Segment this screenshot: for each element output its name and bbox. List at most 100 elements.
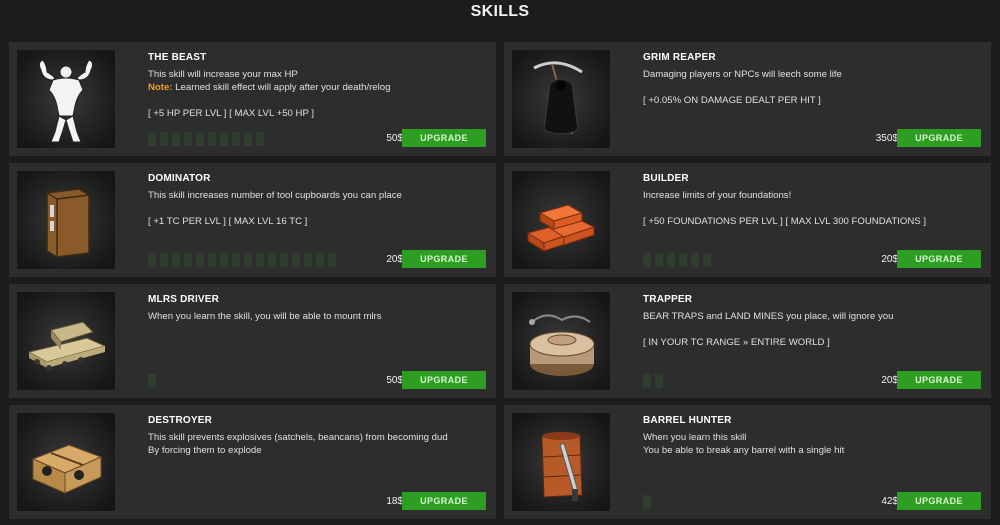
level-progress — [148, 132, 264, 146]
level-segment — [172, 132, 180, 146]
skill-card-builder: BUILDER Increase limits of your foundati… — [504, 163, 991, 277]
skill-card-destroyer: DESTROYER This skill prevents explosives… — [9, 405, 496, 519]
mlrs-icon — [17, 292, 115, 390]
description-line: BEAR TRAPS and LAND MINES you place, wil… — [643, 311, 894, 322]
level-segment — [304, 253, 312, 267]
level-segment — [655, 253, 663, 267]
tool-cupboard-icon — [17, 171, 115, 269]
skill-stats: [ +50 FOUNDATIONS PER LVL ] [ MAX LVL 30… — [643, 216, 926, 227]
level-segment — [256, 253, 264, 267]
skill-price: 20$ — [881, 375, 898, 386]
skill-card-barrel-hunter: BARREL HUNTER When you learn this skill … — [504, 405, 991, 519]
level-segment — [196, 132, 204, 146]
bricks-icon — [512, 171, 610, 269]
level-segment — [679, 253, 687, 267]
skill-name: TRAPPER — [643, 294, 693, 305]
skill-price: 50$ — [386, 133, 403, 144]
skill-stats: [ IN YOUR TC RANGE » ENTIRE WORLD ] — [643, 337, 830, 348]
level-segment — [172, 253, 180, 267]
description-line: Increase limits of your foundations! — [643, 190, 792, 201]
skill-description: BEAR TRAPS and LAND MINES you place, wil… — [643, 310, 983, 349]
description-line: When you learn this skill — [643, 432, 747, 443]
level-segment — [316, 253, 324, 267]
level-segment — [148, 374, 156, 388]
level-segment — [184, 253, 192, 267]
skill-card-dominator: DOMINATOR This skill increases number of… — [9, 163, 496, 277]
skill-name: DESTROYER — [148, 415, 213, 426]
level-segment — [208, 132, 216, 146]
skill-name: BARREL HUNTER — [643, 415, 732, 426]
level-segment — [328, 253, 336, 267]
skill-price: 20$ — [881, 254, 898, 265]
bodybuilder-icon — [17, 50, 115, 148]
skill-description: When you learn the skill, you will be ab… — [148, 310, 488, 323]
note-label: Note: — [148, 82, 173, 93]
level-segment — [232, 132, 240, 146]
level-progress — [643, 495, 651, 509]
level-segment — [703, 253, 711, 267]
skill-description: This skill prevents explosives (satchels… — [148, 431, 488, 457]
skill-price: 20$ — [386, 254, 403, 265]
skill-description: This skill will increase your max HP Not… — [148, 68, 488, 120]
note-text: Learned skill effect will apply after yo… — [172, 82, 391, 93]
level-segment — [643, 374, 651, 388]
level-progress — [643, 253, 711, 267]
level-progress — [148, 374, 156, 388]
level-segment — [643, 495, 651, 509]
description-line: When you learn the skill, you will be ab… — [148, 311, 382, 322]
upgrade-button[interactable]: UPGRADE — [897, 492, 981, 510]
skill-price: 18$ — [386, 496, 403, 507]
skill-card-grim-reaper: GRIM REAPER Damaging players or NPCs wil… — [504, 42, 991, 156]
description-line: This skill increases number of tool cupb… — [148, 190, 402, 201]
level-segment — [655, 374, 663, 388]
description-line: By forcing them to explode — [148, 445, 262, 456]
description-line: This skill will increase your max HP — [148, 69, 298, 80]
skill-price: 350$ — [875, 133, 898, 144]
skill-description: Damaging players or NPCs will leech some… — [643, 68, 983, 107]
description-line: This skill prevents explosives (satchels… — [148, 432, 448, 443]
upgrade-button[interactable]: UPGRADE — [402, 250, 486, 268]
skill-stats: [ +1 TC PER LVL ] [ MAX LVL 16 TC ] — [148, 216, 308, 227]
upgrade-button[interactable]: UPGRADE — [402, 129, 486, 147]
level-segment — [256, 132, 264, 146]
description-line: Damaging players or NPCs will leech some… — [643, 69, 842, 80]
skill-description: When you learn this skill You be able to… — [643, 431, 983, 457]
skill-price: 42$ — [881, 496, 898, 507]
level-segment — [220, 253, 228, 267]
level-segment — [280, 253, 288, 267]
skill-card-the-beast: THE BEAST This skill will increase your … — [9, 42, 496, 156]
skill-price: 50$ — [386, 375, 403, 386]
barrel-knife-icon — [512, 413, 610, 511]
level-progress — [643, 374, 663, 388]
satchel-icon — [17, 413, 115, 511]
level-segment — [148, 132, 156, 146]
skill-description: This skill increases number of tool cupb… — [148, 189, 488, 228]
level-segment — [667, 253, 675, 267]
level-segment — [208, 253, 216, 267]
level-segment — [268, 253, 276, 267]
skill-name: GRIM REAPER — [643, 52, 716, 63]
upgrade-button[interactable]: UPGRADE — [897, 129, 981, 147]
landmine-icon — [512, 292, 610, 390]
level-segment — [292, 253, 300, 267]
page-title: SKILLS — [470, 3, 530, 20]
skill-card-trapper: TRAPPER BEAR TRAPS and LAND MINES you pl… — [504, 284, 991, 398]
level-segment — [160, 253, 168, 267]
skill-name: BUILDER — [643, 173, 689, 184]
skill-stats: [ +0.05% ON DAMAGE DEALT PER HIT ] — [643, 95, 821, 106]
skills-grid: THE BEAST This skill will increase your … — [9, 42, 991, 522]
upgrade-button[interactable]: UPGRADE — [402, 371, 486, 389]
level-segment — [196, 253, 204, 267]
level-segment — [220, 132, 228, 146]
upgrade-button[interactable]: UPGRADE — [897, 250, 981, 268]
level-segment — [232, 253, 240, 267]
skill-description: Increase limits of your foundations! [ +… — [643, 189, 983, 228]
upgrade-button[interactable]: UPGRADE — [897, 371, 981, 389]
note-line: Note: Learned skill effect will apply af… — [148, 81, 488, 94]
level-segment — [643, 253, 651, 267]
level-segment — [160, 132, 168, 146]
skill-name: DOMINATOR — [148, 173, 211, 184]
level-progress — [148, 253, 336, 267]
reaper-icon — [512, 50, 610, 148]
upgrade-button[interactable]: UPGRADE — [402, 492, 486, 510]
